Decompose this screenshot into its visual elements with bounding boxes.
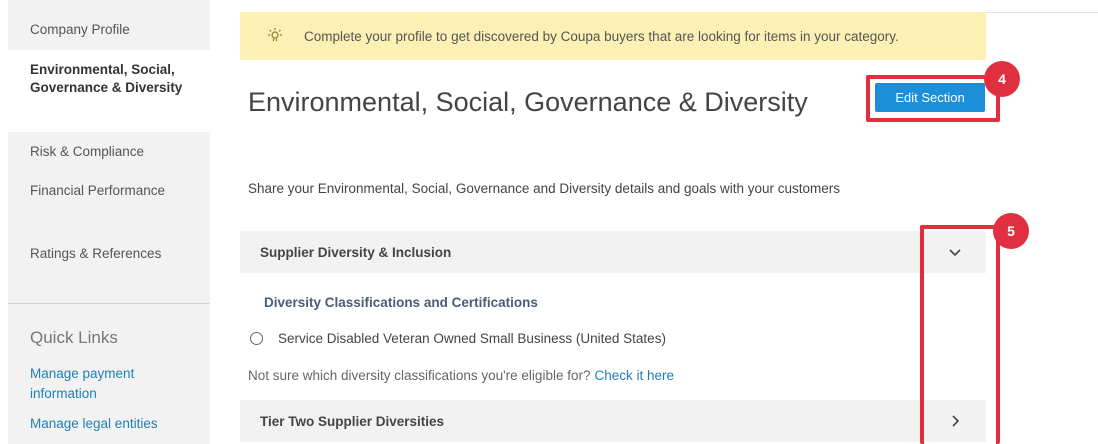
hint-text: Not sure which diversity classifications… xyxy=(248,368,591,383)
manage-legal-entities-link[interactable]: Manage legal entities xyxy=(30,414,200,434)
sidebar-item-risk-compliance[interactable]: Risk & Compliance xyxy=(8,142,210,162)
eligibility-hint: Not sure which diversity classifications… xyxy=(248,368,674,383)
accordion-title: Supplier Diversity & Inclusion xyxy=(260,244,452,260)
banner-text: Complete your profile to get discovered … xyxy=(304,28,899,44)
subsection-title: Diversity Classifications and Certificat… xyxy=(264,295,538,310)
annotation-highlight-edit xyxy=(866,75,1000,122)
accordion-tier-two[interactable]: Tier Two Supplier Diversities xyxy=(240,400,986,442)
option-label: Service Disabled Veteran Owned Small Bus… xyxy=(278,331,666,346)
manage-payment-link[interactable]: Manage payment information xyxy=(30,364,200,404)
annotation-badge-4: 4 xyxy=(984,61,1020,97)
classification-option[interactable]: Service Disabled Veteran Owned Small Bus… xyxy=(248,331,666,346)
sidebar-divider xyxy=(8,303,210,304)
sidebar-item-esg-diversity[interactable]: Environmental, Social, Governance & Dive… xyxy=(8,50,210,132)
radio-button[interactable] xyxy=(250,332,263,345)
profile-completion-banner: Complete your profile to get discovered … xyxy=(240,12,986,60)
sidebar-item-financial-performance[interactable]: Financial Performance xyxy=(8,181,210,201)
accordion-title: Tier Two Supplier Diversities xyxy=(260,413,445,429)
annotation-highlight-chevrons xyxy=(920,225,1000,444)
lightbulb-icon xyxy=(264,27,286,46)
accordion-supplier-diversity[interactable]: Supplier Diversity & Inclusion xyxy=(240,231,986,273)
page-title: Environmental, Social, Governance & Dive… xyxy=(248,87,808,117)
sidebar-item-company-profile[interactable]: Company Profile xyxy=(8,20,210,40)
sidebar-item-ratings-references[interactable]: Ratings & References xyxy=(8,244,210,264)
quick-links-title: Quick Links xyxy=(30,328,118,347)
annotation-badge-5: 5 xyxy=(993,213,1029,249)
check-it-here-link[interactable]: Check it here xyxy=(594,368,674,383)
header-divider xyxy=(986,12,1098,13)
sidebar: Company Profile Environmental, Social, G… xyxy=(8,0,210,444)
section-description: Share your Environmental, Social, Govern… xyxy=(248,181,841,196)
